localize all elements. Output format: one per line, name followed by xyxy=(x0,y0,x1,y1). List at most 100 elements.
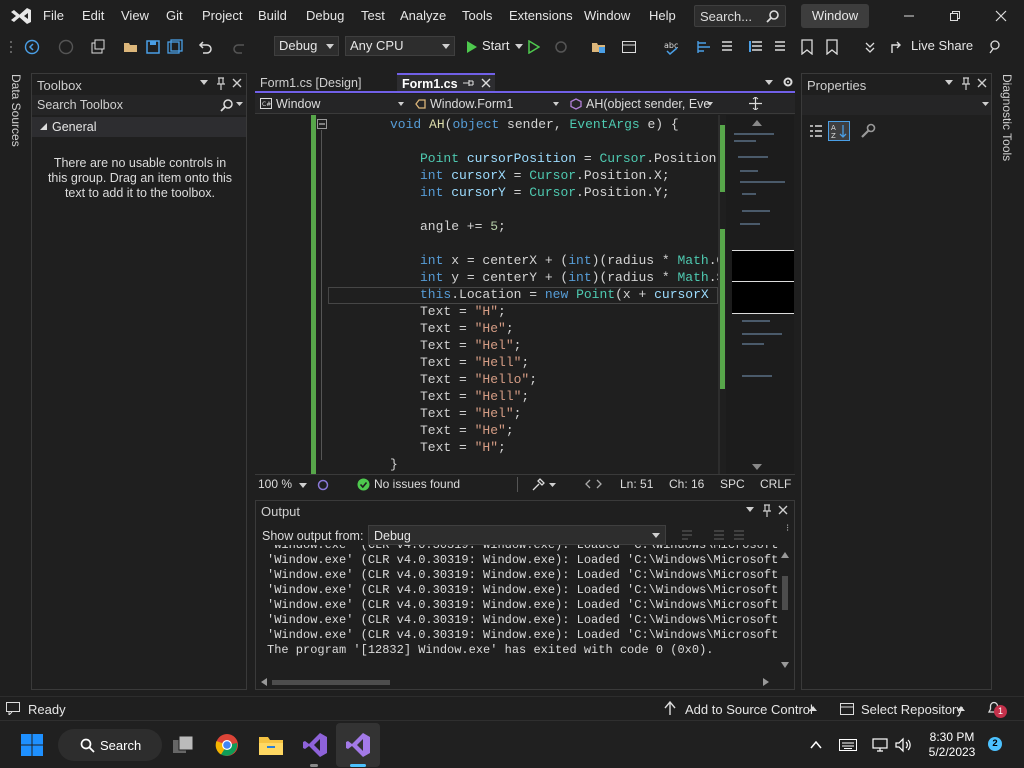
menu-tools[interactable]: Tools xyxy=(462,0,492,32)
zoom-dropdown-icon[interactable] xyxy=(299,483,307,489)
categorized-view-icon[interactable] xyxy=(808,123,824,139)
file-explorer-icon[interactable] xyxy=(255,729,287,761)
output-vertical-scrollbar[interactable] xyxy=(778,548,792,674)
code-minimap[interactable] xyxy=(726,115,794,474)
repository-caret-icon[interactable] xyxy=(957,706,965,712)
restore-icon[interactable] xyxy=(932,0,978,32)
whitespace-indicator[interactable]: SPC xyxy=(720,477,745,491)
save-all-icon[interactable] xyxy=(166,38,184,56)
select-repository-button[interactable]: Select Repository xyxy=(861,702,963,717)
search-box[interactable]: Search... xyxy=(694,5,786,27)
close-window-icon[interactable] xyxy=(978,0,1024,32)
menu-window[interactable]: Window xyxy=(584,0,630,32)
chrome-icon[interactable] xyxy=(211,729,243,761)
source-control-caret-icon[interactable] xyxy=(809,706,817,712)
add-to-source-control-button[interactable]: Add to Source Control xyxy=(685,702,813,717)
output-toolbar-overflow-icon[interactable]: ⁝ xyxy=(786,523,789,534)
collapse-region-icon[interactable] xyxy=(317,119,327,129)
column-indicator[interactable]: Ch: 16 xyxy=(669,477,704,491)
nav-prev-icon[interactable] xyxy=(585,479,591,489)
clear-all-icon[interactable] xyxy=(712,528,726,542)
spell-check-icon[interactable]: abc xyxy=(662,38,680,56)
undo-icon[interactable] xyxy=(196,38,214,56)
comment-lines-icon[interactable] xyxy=(747,38,765,56)
toolbox-close-icon[interactable] xyxy=(232,78,242,88)
split-window-icon[interactable] xyxy=(749,97,762,110)
format-document-icon[interactable] xyxy=(695,38,713,56)
hot-reload-icon[interactable] xyxy=(552,38,570,56)
alphabetical-view-icon[interactable]: AZ xyxy=(828,121,850,141)
taskbar-search-box[interactable]: Search xyxy=(58,729,162,761)
toolbox-search-input[interactable]: Search Toolbox xyxy=(32,95,246,115)
taskbar-clock[interactable]: 8:30 PM 5/2/2023 xyxy=(920,730,984,760)
toolbox-search-options-icon[interactable] xyxy=(236,102,244,108)
keyboard-icon[interactable] xyxy=(832,729,864,761)
layout-icon[interactable] xyxy=(620,38,638,56)
zoom-level[interactable]: 100 % xyxy=(258,477,292,491)
minimap-scroll-down-icon[interactable] xyxy=(752,464,762,470)
output-scroll-thumb[interactable] xyxy=(782,576,788,610)
feedback-icon[interactable] xyxy=(986,38,1004,56)
line-ending-indicator[interactable]: CRLF xyxy=(760,477,791,491)
toolbox-options-icon[interactable] xyxy=(200,80,208,86)
start-debugging-icon[interactable] xyxy=(462,38,480,56)
platform-select[interactable]: Any CPU xyxy=(345,36,455,56)
next-bookmark-icon[interactable] xyxy=(823,38,841,56)
menu-debug[interactable]: Debug xyxy=(306,0,344,32)
output-options-icon[interactable] xyxy=(746,507,754,513)
bookmark-icon[interactable] xyxy=(798,38,816,56)
save-icon[interactable] xyxy=(144,38,162,56)
uncomment-lines-icon[interactable] xyxy=(770,38,788,56)
windows-start-icon[interactable] xyxy=(16,729,48,761)
output-pin-icon[interactable] xyxy=(762,504,772,518)
visual-studio-taskbar-icon[interactable] xyxy=(299,729,331,761)
find-message-icon[interactable] xyxy=(680,528,694,542)
code-editor[interactable]: void AH(object sender, EventArgs e) {Poi… xyxy=(327,115,718,474)
output-scroll-right-icon[interactable] xyxy=(763,678,769,686)
minimap-viewport[interactable] xyxy=(732,250,794,282)
menu-edit[interactable]: Edit xyxy=(82,0,104,32)
toolbox-pin-icon[interactable] xyxy=(216,77,226,91)
project-dropdown[interactable]: C# Window xyxy=(255,94,408,114)
open-folder-icon[interactable] xyxy=(122,38,140,56)
code-cleanup-brush-icon[interactable] xyxy=(531,478,545,491)
nav-next-icon[interactable] xyxy=(596,479,602,489)
tab-close-icon[interactable] xyxy=(481,78,491,88)
property-pages-wrench-icon[interactable] xyxy=(860,123,876,139)
navigate-back-icon[interactable] xyxy=(23,38,41,56)
tab-form1-design[interactable]: Form1.cs [Design] xyxy=(255,73,395,93)
start-button[interactable]: Start xyxy=(482,36,509,56)
redo-icon[interactable] xyxy=(231,38,249,56)
new-project-icon[interactable] xyxy=(89,38,107,56)
visual-studio-active-icon[interactable] xyxy=(342,729,374,761)
solution-name-badge[interactable]: Window xyxy=(801,4,869,28)
line-number-indicator[interactable]: Ln: 51 xyxy=(620,477,653,491)
output-hscroll-thumb[interactable] xyxy=(272,680,390,685)
menu-view[interactable]: View xyxy=(121,0,149,32)
output-source-select[interactable]: Debug xyxy=(368,525,666,545)
tab-list-icon[interactable] xyxy=(765,80,774,86)
menu-file[interactable]: File xyxy=(43,0,64,32)
output-close-icon[interactable] xyxy=(778,505,788,515)
properties-object-select[interactable] xyxy=(802,95,991,115)
tab-pin-icon[interactable] xyxy=(462,78,474,88)
menu-test[interactable]: Test xyxy=(361,0,385,32)
properties-close-icon[interactable] xyxy=(977,78,987,88)
copilot-icon[interactable] xyxy=(317,479,329,491)
menu-extensions[interactable]: Extensions xyxy=(509,0,573,32)
minimize-icon[interactable] xyxy=(886,0,932,32)
solution-explorer-icon[interactable] xyxy=(590,38,608,56)
menu-build[interactable]: Build xyxy=(258,0,287,32)
issues-status[interactable]: No issues found xyxy=(374,477,460,491)
menu-analyze[interactable]: Analyze xyxy=(400,0,446,32)
configuration-select[interactable]: Debug xyxy=(274,36,339,56)
data-sources-tab[interactable]: Data Sources xyxy=(9,74,23,147)
menu-project[interactable]: Project xyxy=(202,0,242,32)
member-dropdown[interactable]: AH(object sender, Eve xyxy=(567,94,717,114)
toggle-word-wrap-icon[interactable] xyxy=(732,528,746,542)
show-hidden-icons-chevron-icon[interactable] xyxy=(800,729,832,761)
start-without-debugging-icon[interactable] xyxy=(524,38,542,56)
properties-options-icon[interactable] xyxy=(945,80,953,86)
output-scroll-left-icon[interactable] xyxy=(261,678,267,686)
output-scroll-down-icon[interactable] xyxy=(781,662,789,668)
